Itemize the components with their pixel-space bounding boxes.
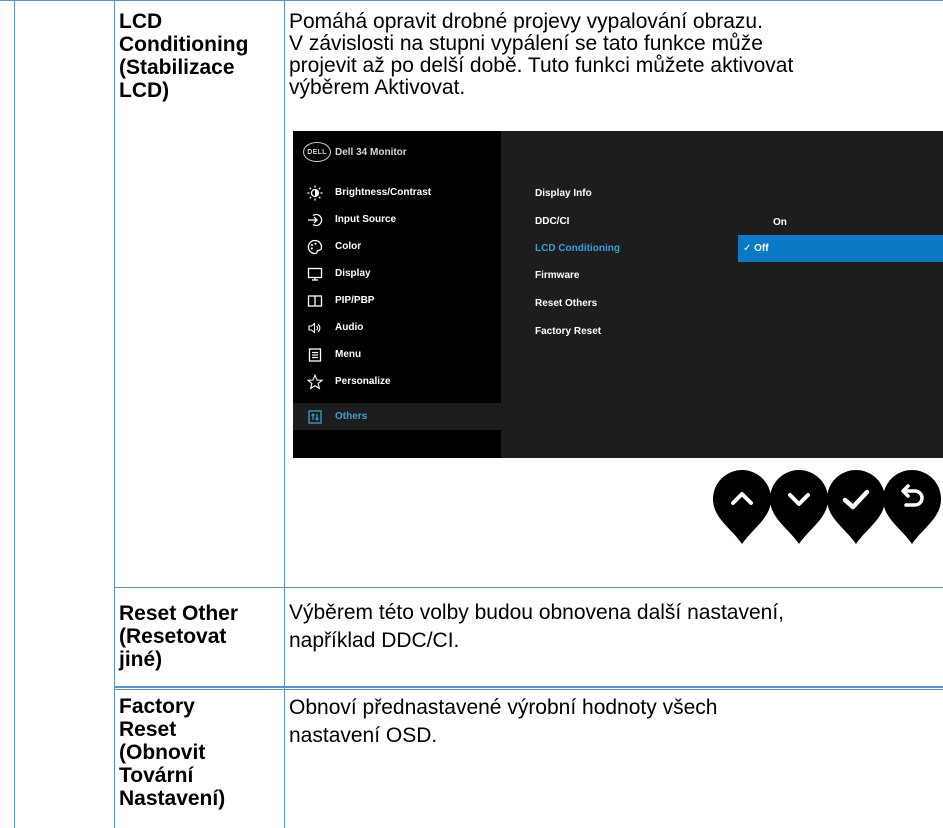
label-line: Nastavení) [119, 787, 226, 810]
row-desc-reset-other: Výběrem této volby budou obnovena další … [289, 599, 784, 655]
desc-line: V závislosti na stupni vypálení se tato … [289, 32, 763, 55]
speaker-icon [307, 320, 323, 336]
table-border-top [0, 0, 943, 1]
table-border-label-left [114, 0, 115, 828]
menu-label: Display [335, 268, 371, 279]
row-divider-3 [114, 689, 943, 690]
row-label-reset-other: Reset Other (Resetovat jiné) [119, 602, 238, 671]
menu-label: Brightness/Contrast [335, 187, 432, 198]
desc-line: projevit až po delší době. Tuto funkci m… [289, 54, 794, 77]
row-desc-lcd-conditioning: Pomáhá opravit drobné projevy vypalování… [289, 11, 793, 99]
menu-label: Input Source [335, 214, 397, 225]
color-palette-icon [307, 239, 323, 255]
option-off-selected[interactable]: ✓ Off [738, 235, 943, 262]
label-line: Tovární [119, 764, 194, 787]
label-line: LCD [119, 10, 163, 33]
option-on[interactable]: On [773, 217, 787, 228]
brightness-icon [307, 185, 323, 201]
menu-label: Personalize [335, 376, 391, 387]
dell-logo-icon: DELL [303, 142, 331, 162]
others-icon [307, 409, 323, 425]
display-monitor-icon [307, 266, 323, 282]
menu-list-icon [307, 347, 323, 363]
label-line: (Resetovat [119, 625, 227, 648]
desc-line: nastavení OSD. [289, 724, 438, 747]
row-desc-factory-reset: Obnoví přednastavené výrobní hodnoty vše… [289, 694, 717, 750]
option-off-label: ✓ Off [743, 243, 769, 254]
osd-menu-screenshot: DELL Dell 34 Monitor Brightness/Contrast… [293, 131, 943, 458]
pip-pbp-icon [307, 293, 323, 309]
submenu-lcd-conditioning[interactable]: LCD Conditioning [535, 243, 620, 254]
submenu-factory-reset[interactable]: Factory Reset [535, 326, 601, 337]
row-divider-reset-other [114, 587, 943, 588]
menu-item-input-source[interactable]: Input Source [293, 206, 501, 233]
menu-item-personalize[interactable]: Personalize [293, 368, 501, 395]
desc-line: Obnoví přednastavené výrobní hodnoty vše… [289, 696, 718, 719]
label-line: Conditioning [119, 33, 249, 56]
menu-label: Audio [335, 322, 364, 333]
osd-title: Dell 34 Monitor [335, 146, 407, 158]
menu-item-pip-pbp[interactable]: PIP/PBP [293, 287, 501, 314]
row-label-factory-reset: Factory Reset (Obnovit Tovární Nastavení… [119, 695, 225, 810]
submenu-firmware[interactable]: Firmware [535, 270, 579, 281]
menu-item-others[interactable]: Others [293, 403, 501, 430]
submenu-display-info[interactable]: Display Info [535, 188, 592, 199]
star-icon [307, 373, 323, 390]
desc-line: například DDC/CI. [289, 629, 460, 652]
input-source-icon [307, 212, 323, 228]
menu-label: Color [335, 241, 362, 252]
table-border-left [14, 0, 15, 828]
label-line: LCD) [119, 79, 170, 102]
row-divider-factory [114, 687, 943, 688]
desc-line: výběrem Aktivovat. [289, 76, 466, 99]
menu-item-menu[interactable]: Menu [293, 341, 501, 368]
menu-item-audio[interactable]: Audio [293, 314, 501, 341]
row-label-lcd-conditioning: LCD Conditioning (Stabilizace LCD) [119, 10, 248, 102]
submenu-reset-others[interactable]: Reset Others [535, 298, 597, 309]
label-line: Reset [119, 718, 177, 741]
menu-label: Others [335, 411, 368, 422]
osd-header: DELL Dell 34 Monitor [303, 140, 407, 164]
menu-label: PIP/PBP [335, 295, 375, 306]
table-border-desc-left [284, 0, 285, 828]
back-arrow-icon[interactable] [879, 466, 943, 546]
label-line: Reset Other [119, 602, 239, 625]
menu-item-display[interactable]: Display [293, 260, 501, 287]
menu-item-brightness-contrast[interactable]: Brightness/Contrast [293, 179, 501, 206]
label-line: Factory [119, 695, 195, 718]
label-line: (Obnovit [119, 741, 206, 764]
label-line: jiné) [119, 648, 163, 671]
osd-submenu-panel [501, 131, 943, 458]
desc-line: Pomáhá opravit drobné projevy vypalování… [289, 10, 763, 33]
menu-label: Menu [335, 349, 362, 360]
desc-line: Výběrem této volby budou obnovena další … [289, 601, 784, 624]
submenu-ddc-ci[interactable]: DDC/CI [535, 216, 569, 227]
label-line: (Stabilizace [119, 56, 235, 79]
menu-item-color[interactable]: Color [293, 233, 501, 260]
